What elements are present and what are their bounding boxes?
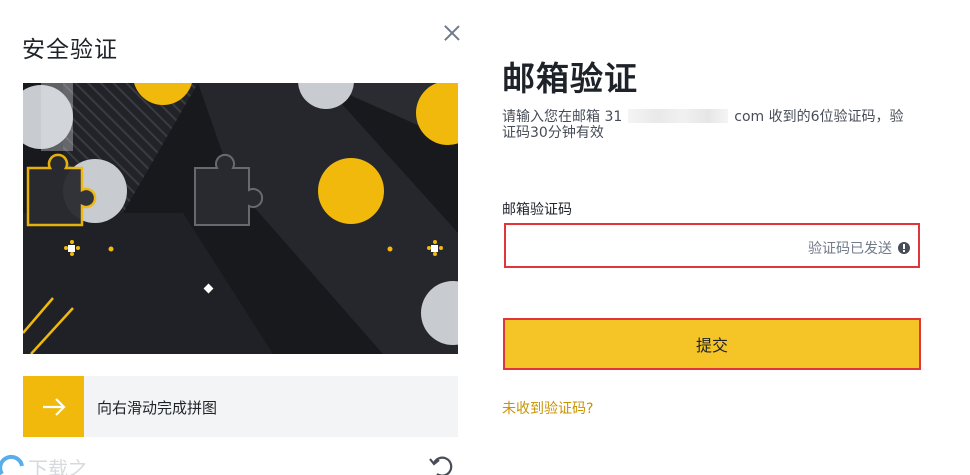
email-verification-form: 邮箱验证 请输入您在邮箱 31 com 收到的6位验证码，验证码30分钟有效 邮箱… <box>480 0 970 475</box>
slider-handle[interactable] <box>23 376 84 437</box>
resend-code-link[interactable]: 未收到验证码? <box>502 398 593 418</box>
description-prefix: 请输入您在邮箱 31 <box>502 109 623 125</box>
slider-label: 向右滑动完成拼图 <box>97 399 218 417</box>
submit-button[interactable]: 提交 <box>503 318 921 370</box>
code-input-box[interactable]: 验证码已发送 <box>504 223 920 268</box>
verification-code-input[interactable] <box>514 231 794 260</box>
close-icon[interactable] <box>441 22 463 44</box>
form-description: 请输入您在邮箱 31 com 收到的6位验证码，验证码30分钟有效 <box>502 109 917 141</box>
modal-title: 安全验证 <box>22 37 118 63</box>
masked-email <box>628 109 729 123</box>
slider-track[interactable]: 向右滑动完成拼图 <box>23 376 458 437</box>
form-title: 邮箱验证 <box>502 59 638 98</box>
arrow-right-icon <box>42 397 66 416</box>
code-sent-status: 验证码已发送 <box>808 238 910 258</box>
refresh-icon[interactable] <box>428 455 456 475</box>
info-icon[interactable] <box>898 242 910 254</box>
code-field-label: 邮箱验证码 <box>502 202 572 218</box>
code-sent-text: 验证码已发送 <box>808 241 892 257</box>
svg-text:下载之: 下载之 <box>28 457 88 475</box>
puzzle-captcha-image <box>23 83 458 354</box>
watermark-logo: 下载之 <box>0 452 128 475</box>
security-verification-modal: 安全验证 向右滑动完成拼图 下载之 <box>0 0 480 475</box>
